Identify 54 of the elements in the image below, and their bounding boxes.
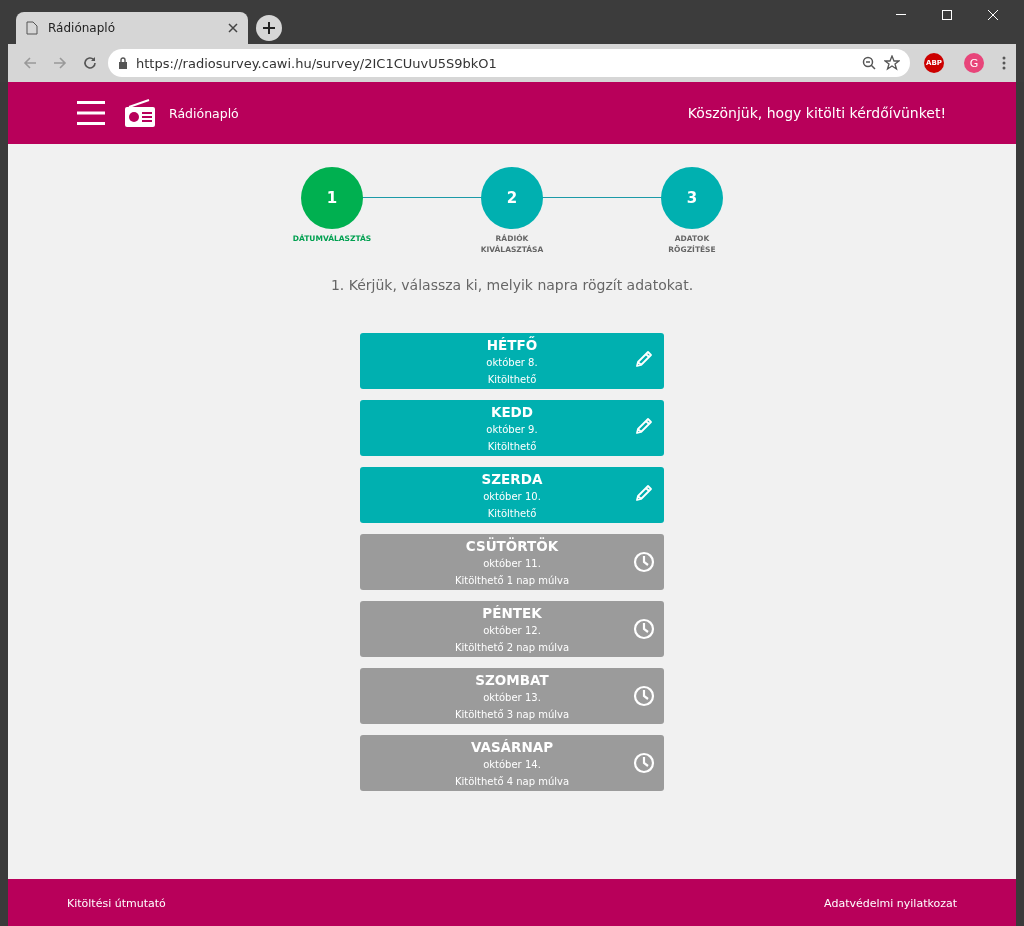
day-name: KEDD <box>490 403 534 421</box>
forward-arrow-icon <box>53 57 67 69</box>
date-text: október 11. <box>483 557 541 571</box>
date-text: október 12. <box>483 624 541 638</box>
day-name: HÉTFŐ <box>486 336 538 354</box>
date-text: október 14. <box>483 758 541 772</box>
clock-icon <box>633 752 655 774</box>
new-tab-button[interactable] <box>256 15 282 41</box>
step-circle: 2 <box>481 167 543 229</box>
back-arrow-icon <box>23 57 37 69</box>
step-circle: 1 <box>301 167 363 229</box>
app-title: Rádiónapló <box>169 105 240 121</box>
day-name: PÉNTEK <box>482 604 542 622</box>
day-name: SZOMBAT <box>475 671 549 689</box>
star-icon[interactable] <box>884 55 900 71</box>
address-bar[interactable]: https://radiosurvey.cawi.hu/survey/2IC1CUuvU5S9bkO1 <box>108 49 910 77</box>
clock-icon <box>633 551 655 573</box>
status-text: Kitölthető <box>487 507 537 521</box>
document-icon <box>26 21 38 35</box>
clock-icon <box>633 618 655 640</box>
day-name: SZERDA <box>481 470 543 488</box>
status-text: Kitölthető 4 nap múlva <box>454 775 570 789</box>
tab-title: Rádiónapló <box>48 21 116 35</box>
minimize-icon <box>896 14 906 16</box>
lock-icon <box>118 57 128 69</box>
menu-icon[interactable] <box>77 101 105 125</box>
maximize-icon <box>942 10 952 20</box>
day-name: CSÜTÖRTÖK <box>465 537 559 555</box>
status-text: Kitölthető 3 nap múlva <box>454 708 570 722</box>
status-text: Kitölthető 2 nap múlva <box>454 641 570 655</box>
day-name: VASÁRNAP <box>470 738 554 756</box>
privacy-link[interactable]: Adatvédelmi nyilatkozat <box>824 896 957 910</box>
instruction-text: 1. Kérjük, válassza ki, melyik napra rögzít adatokat. <box>330 277 694 293</box>
status-text: Kitölthető <box>487 440 537 454</box>
status-text: Kitölthető 1 nap múlva <box>454 574 570 588</box>
close-icon <box>988 10 998 20</box>
greeting-text: Köszönjük, hogy kitölti kérdőívünket! <box>687 105 946 121</box>
zoom-icon[interactable] <box>862 56 876 70</box>
browser-tab[interactable]: Rádiónapló <box>16 12 248 44</box>
radio-icon <box>125 99 155 127</box>
menu-icon[interactable] <box>1002 56 1006 70</box>
date-text: október 8. <box>486 356 538 370</box>
reload-icon <box>83 56 97 70</box>
date-text: október 13. <box>483 691 541 705</box>
profile-avatar[interactable]: G <box>964 53 984 73</box>
plus-icon <box>262 21 276 35</box>
date-text: október 10. <box>483 490 541 504</box>
status-text: Kitölthető <box>487 373 537 387</box>
step-circle: 3 <box>661 167 723 229</box>
url-text: https://radiosurvey.cawi.hu/survey/2IC1CUuvU5S9bkO1 <box>136 55 498 71</box>
close-icon[interactable] <box>228 23 238 33</box>
guide-link[interactable]: Kitöltési útmutató <box>67 896 166 910</box>
date-text: október 9. <box>486 423 538 437</box>
clock-icon <box>633 685 655 707</box>
